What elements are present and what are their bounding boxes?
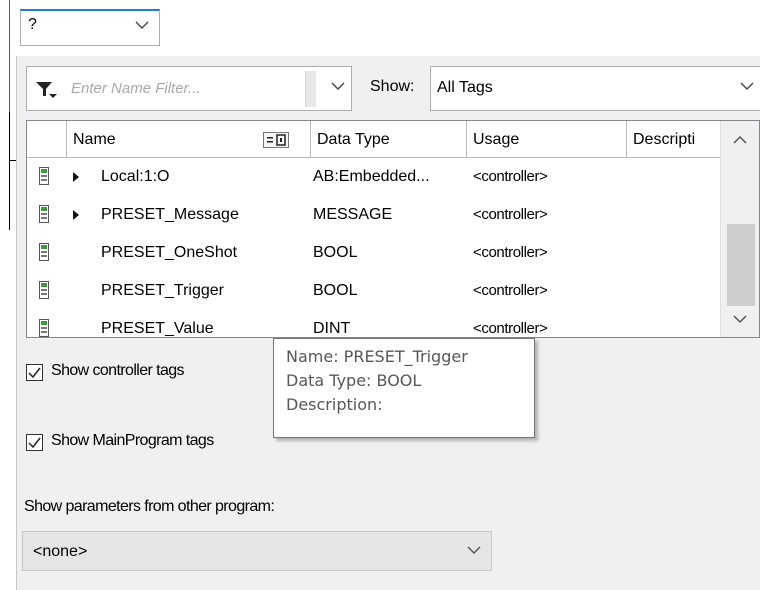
tooltip-description: Description: — [286, 395, 383, 414]
tag-grid: Name Data Type Usage Descripti Local:1:O… — [26, 120, 760, 338]
name-filter-box — [26, 66, 352, 111]
show-controller-tags-option[interactable]: Show controller tags — [26, 362, 185, 381]
other-program-dropdown[interactable]: <none> — [22, 531, 492, 571]
show-mainprogram-tags-label: Show MainProgram tags — [51, 432, 214, 449]
show-controller-tags-checkbox[interactable] — [26, 364, 43, 381]
tag-name-cell: PRESET_Trigger — [101, 282, 224, 299]
tag-usage-cell: <controller> — [473, 282, 548, 299]
tag-icon — [39, 319, 49, 337]
tag-type-cell: MESSAGE — [313, 206, 393, 223]
tag-usage-cell: <controller> — [473, 244, 548, 261]
tag-usage-cell: <controller> — [473, 320, 548, 337]
row-header-corner — [27, 121, 67, 158]
tag-icon — [39, 281, 49, 299]
tag-name-cell: PRESET_Message — [101, 206, 239, 223]
tag-name-cell: Local:1:O — [101, 168, 170, 185]
table-row[interactable]: PRESET_Trigger BOOL <controller> — [27, 272, 721, 310]
scroll-up-icon[interactable] — [733, 135, 747, 144]
show-mainprogram-tags-option[interactable]: Show MainProgram tags — [26, 432, 214, 451]
scrollbar-thumb[interactable] — [727, 224, 755, 306]
scope-selector[interactable]: ? — [20, 9, 160, 46]
column-header-data-type[interactable]: Data Type — [311, 121, 467, 158]
table-row[interactable]: PRESET_Message MESSAGE <controller> — [27, 196, 721, 234]
column-header-label: Data Type — [317, 131, 390, 148]
show-controller-tags-label: Show controller tags — [51, 362, 185, 379]
scroll-down-icon[interactable] — [733, 315, 747, 324]
column-chooser-icon[interactable] — [263, 132, 289, 148]
tag-name-cell: PRESET_Value — [101, 320, 214, 337]
tooltip-name: Name: PRESET_Trigger — [286, 347, 468, 366]
edge-line — [9, 112, 10, 230]
vertical-scrollbar[interactable] — [720, 121, 759, 337]
tag-type-cell: BOOL — [313, 282, 358, 299]
checkmark-icon — [28, 437, 41, 449]
column-header-label: Usage — [473, 131, 520, 148]
other-program-params-label: Show parameters from other program: — [24, 498, 275, 515]
chevron-down-icon — [740, 82, 754, 90]
table-row[interactable]: PRESET_OneShot BOOL <controller> — [27, 234, 721, 272]
tooltip-data-type: Data Type: BOOL — [286, 371, 422, 390]
table-row[interactable]: Local:1:O AB:Embedded... <controller> — [27, 158, 721, 196]
filter-icon[interactable] — [35, 80, 59, 100]
show-mainprogram-tags-checkbox[interactable] — [26, 434, 43, 451]
scope-selector-value: ? — [28, 16, 37, 33]
tag-name-cell: PRESET_OneShot — [101, 244, 238, 261]
expander-triangle-icon[interactable] — [72, 209, 80, 221]
column-header-usage[interactable]: Usage — [467, 121, 627, 158]
show-dropdown-value: All Tags — [437, 79, 493, 96]
chevron-down-icon[interactable] — [331, 82, 345, 91]
tag-icon — [39, 167, 49, 185]
tag-type-cell: BOOL — [313, 244, 358, 261]
name-filter-input[interactable] — [71, 75, 301, 101]
tag-icon — [39, 243, 49, 261]
column-header-description[interactable]: Descripti — [627, 121, 723, 158]
tag-usage-cell: <controller> — [473, 168, 548, 185]
other-program-dropdown-value: <none> — [33, 543, 88, 560]
tag-type-cell: AB:Embedded... — [313, 168, 430, 185]
table-row[interactable]: PRESET_Value DINT <controller> — [27, 310, 721, 337]
chevron-down-icon — [135, 21, 149, 29]
column-header-label: Name — [73, 131, 116, 148]
tag-tooltip: Name: PRESET_Trigger Data Type: BOOL Des… — [273, 338, 535, 438]
expander-triangle-icon[interactable] — [72, 171, 80, 183]
filter-separator — [305, 71, 316, 107]
tag-usage-cell: <controller> — [473, 206, 548, 223]
column-header-label: Descripti — [633, 131, 696, 148]
edge-marker — [9, 0, 10, 112]
column-header-name[interactable]: Name — [67, 121, 311, 158]
show-label: Show: — [370, 78, 415, 95]
tag-type-cell: DINT — [313, 320, 351, 337]
show-dropdown[interactable]: All Tags — [430, 66, 760, 111]
chevron-down-icon — [467, 546, 481, 554]
checkmark-icon — [28, 367, 41, 379]
tag-icon — [39, 205, 49, 223]
